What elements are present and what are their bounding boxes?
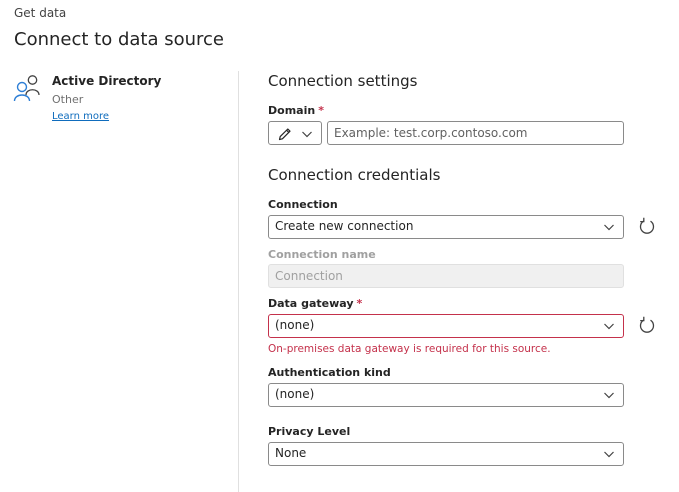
chevron-down-icon xyxy=(604,323,614,330)
domain-input[interactable] xyxy=(327,121,624,145)
gateway-error-message: On-premises data gateway is required for… xyxy=(268,343,551,355)
connection-name-placeholder: Connection xyxy=(275,269,343,283)
domain-mode-dropdown[interactable] xyxy=(268,121,322,145)
connection-label: Connection xyxy=(268,198,338,211)
required-mark: * xyxy=(318,104,324,117)
learn-more-link[interactable]: Learn more xyxy=(52,111,109,122)
connector-category: Other xyxy=(52,93,84,106)
chevron-down-icon xyxy=(302,131,312,138)
gateway-select[interactable]: (none) xyxy=(268,314,624,338)
privacy-level-label: Privacy Level xyxy=(268,425,351,438)
auth-kind-select[interactable]: (none) xyxy=(268,383,624,407)
auth-kind-select-value: (none) xyxy=(275,387,315,401)
privacy-level-select-value: None xyxy=(275,446,307,460)
page-title: Connect to data source xyxy=(14,29,224,50)
breadcrumb: Get data xyxy=(14,6,67,20)
panel-divider xyxy=(238,71,239,492)
connection-settings-title: Connection settings xyxy=(268,72,418,90)
connection-name-label: Connection name xyxy=(268,248,376,261)
users-icon xyxy=(13,75,40,102)
gateway-select-value: (none) xyxy=(275,318,315,332)
required-mark: * xyxy=(356,297,363,310)
domain-label: Domain * xyxy=(268,104,324,117)
gateway-label: Data gateway * xyxy=(268,297,362,310)
connection-name-input: Connection xyxy=(268,264,624,288)
refresh-icon[interactable] xyxy=(637,216,657,236)
connection-select[interactable]: Create new connection xyxy=(268,215,624,239)
privacy-level-select[interactable]: None xyxy=(268,442,624,466)
connection-credentials-title: Connection credentials xyxy=(268,166,441,184)
connector-name: Active Directory xyxy=(52,74,162,88)
connection-select-value: Create new connection xyxy=(275,219,414,233)
chevron-down-icon xyxy=(604,392,614,399)
chevron-down-icon xyxy=(604,224,614,231)
gateway-label-text: Data gateway xyxy=(268,297,354,310)
domain-label-text: Domain xyxy=(268,104,316,117)
pencil-icon xyxy=(278,128,291,141)
refresh-icon[interactable] xyxy=(637,315,657,335)
auth-kind-label: Authentication kind xyxy=(268,366,391,379)
chevron-down-icon xyxy=(604,451,614,458)
